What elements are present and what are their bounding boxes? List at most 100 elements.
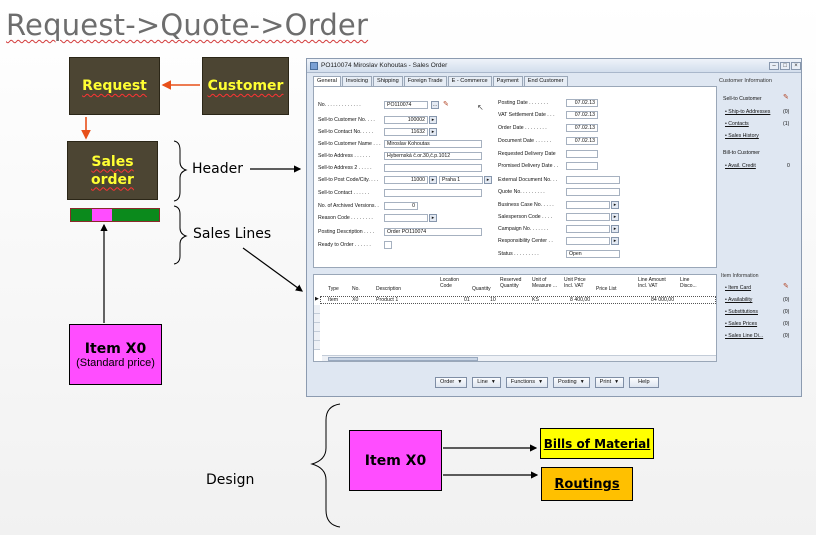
- lookup-arrow-icon[interactable]: ▸: [429, 176, 437, 184]
- factbox-contacts[interactable]: • Contacts: [725, 121, 749, 127]
- field-label: Sell-to Address 2 . . . . .: [318, 165, 372, 171]
- sell-to-customer-name-input[interactable]: Miroslav Kohoutas: [384, 140, 482, 148]
- salesperson-code-input[interactable]: [566, 213, 610, 221]
- lookup-arrow-icon[interactable]: ▸: [611, 225, 619, 233]
- line-menu-button[interactable]: Line ▼: [472, 377, 501, 388]
- column-header-quantity[interactable]: Quantity: [472, 286, 491, 293]
- post-code-input[interactable]: 11000: [384, 176, 428, 184]
- quote-no-input[interactable]: [566, 188, 620, 196]
- column-header-location-code[interactable]: Location Code: [440, 277, 466, 289]
- lookup-arrow-icon[interactable]: ▸: [429, 128, 437, 136]
- bills-of-material-label: Bills of Material: [543, 436, 651, 451]
- column-header-description[interactable]: Description: [376, 286, 401, 293]
- column-header-no[interactable]: No.: [352, 286, 360, 293]
- row-selector[interactable]: [314, 341, 320, 350]
- sell-to-contact-no-input[interactable]: 11632: [384, 128, 428, 136]
- field-label: Status . . . . . . . . .: [498, 251, 539, 257]
- promised-delivery-date-input[interactable]: [566, 162, 598, 170]
- factbox-ship-to-addresses[interactable]: • Ship-to Addresses: [725, 109, 770, 115]
- lookup-arrow-icon[interactable]: ▸: [611, 201, 619, 209]
- factbox-label: • Availability: [725, 297, 753, 303]
- lookup-arrow-icon[interactable]: ▸: [429, 116, 437, 124]
- lookup-arrow-icon[interactable]: ▸: [611, 213, 619, 221]
- field-sell-to-contact: Sell-to Contact . . . . . .: [318, 189, 498, 198]
- close-icon[interactable]: ×: [791, 62, 801, 70]
- posting-description-input[interactable]: Order PO110074: [384, 228, 482, 236]
- column-header-line-amount[interactable]: Line Amount Incl. VAT: [638, 277, 676, 289]
- factbox-item-card[interactable]: • Item Card: [725, 285, 751, 291]
- factbox-avail-credit[interactable]: • Avail. Credit: [725, 163, 756, 169]
- external-document-no-input[interactable]: [566, 176, 620, 184]
- posting-date-input[interactable]: 07.02.13: [566, 99, 598, 107]
- tab-invoicing[interactable]: Invoicing: [341, 76, 372, 86]
- help-button[interactable]: Help: [629, 377, 659, 388]
- factbox-sell-to-customer[interactable]: Sell-to Customer: [723, 96, 762, 102]
- responsibility-center-input[interactable]: [566, 237, 610, 245]
- lookup-arrow-icon[interactable]: ▸: [429, 214, 437, 222]
- document-no-input[interactable]: PO110074: [384, 101, 428, 109]
- lookup-arrow-icon[interactable]: ▸: [484, 176, 492, 184]
- assist-edit-icon[interactable]: …: [431, 101, 439, 109]
- row-selector[interactable]: [314, 323, 320, 332]
- factbox-substitutions[interactable]: • Substitutions: [725, 309, 758, 315]
- functions-menu-button[interactable]: Functions ▼: [505, 377, 549, 388]
- campaign-no-input[interactable]: [566, 225, 610, 233]
- tab-end-customer[interactable]: End Customer: [523, 76, 568, 86]
- sell-to-customer-no-input[interactable]: 100002: [384, 116, 428, 124]
- line-location-code[interactable]: 01: [464, 297, 470, 303]
- factbox-sales-prices[interactable]: • Sales Prices: [725, 321, 757, 327]
- column-header-unit-price[interactable]: Unit Price Incl. VAT: [564, 277, 594, 289]
- factbox-availability[interactable]: • Availability: [725, 297, 752, 303]
- tab-payment[interactable]: Payment: [492, 76, 523, 86]
- order-menu-button[interactable]: Order ▼: [435, 377, 468, 388]
- chevron-down-icon: ▼: [614, 379, 620, 385]
- tab-general[interactable]: General: [313, 76, 341, 86]
- requested-delivery-date-input[interactable]: [566, 150, 598, 158]
- line-description[interactable]: Product 1: [376, 297, 398, 303]
- sell-to-address-2-input[interactable]: [384, 164, 482, 172]
- business-case-no-input[interactable]: [566, 201, 610, 209]
- document-date-input[interactable]: 07.02.13: [566, 137, 598, 145]
- column-header-line-discount[interactable]: Line Disco...: [680, 277, 706, 289]
- ready-to-order-checkbox[interactable]: [384, 241, 392, 249]
- scrollbar-thumb[interactable]: [328, 357, 478, 361]
- maximize-icon[interactable]: □: [780, 62, 790, 70]
- sell-to-address-input[interactable]: Hybernská č.or.30,č.p.1012: [384, 152, 482, 160]
- field-label: No. . . . . . . . . . . . .: [318, 102, 361, 108]
- tab-e-commerce[interactable]: E - Commerce: [447, 76, 492, 86]
- line-quantity[interactable]: 10: [490, 297, 496, 303]
- column-header-reserved-quantity[interactable]: Reserved Quantity: [500, 277, 530, 289]
- reason-code-input[interactable]: [384, 214, 428, 222]
- line-unit-of-measure[interactable]: KS: [532, 297, 539, 303]
- tab-foreign-trade[interactable]: Foreign Trade: [403, 76, 447, 86]
- factbox-sales-line-discounts[interactable]: • Sales Line Di...: [725, 333, 763, 339]
- factbox-sales-history[interactable]: • Sales History: [725, 133, 759, 139]
- line-no[interactable]: X0: [352, 297, 358, 303]
- sell-to-contact-input[interactable]: [384, 189, 482, 197]
- edit-pencil-icon[interactable]: ✎: [783, 93, 789, 101]
- posting-menu-button[interactable]: Posting ▼: [553, 377, 590, 388]
- column-header-price-list[interactable]: Price List: [596, 286, 617, 293]
- edit-pencil-icon[interactable]: ✎: [783, 282, 789, 290]
- column-header-unit-of-measure[interactable]: Unit of Measure ...: [532, 277, 564, 289]
- print-menu-button[interactable]: Print ▼: [594, 377, 625, 388]
- edit-pencil-icon[interactable]: ✎: [443, 101, 449, 109]
- tab-shipping[interactable]: Shipping: [372, 76, 403, 86]
- button-label: Print: [599, 379, 612, 385]
- order-date-input[interactable]: 07.02.13: [566, 124, 598, 132]
- factbox-label: Sell-to Customer: [723, 96, 762, 102]
- line-type[interactable]: Item: [328, 297, 338, 303]
- city-input[interactable]: Praha 1: [439, 176, 483, 184]
- vat-settlement-date-input[interactable]: 07.02.13: [566, 111, 598, 119]
- row-selector[interactable]: [314, 332, 320, 341]
- line-unit-price[interactable]: 8 400,00: [570, 297, 590, 303]
- lookup-arrow-icon[interactable]: ▸: [611, 237, 619, 245]
- field-sell-to-address: Sell-to Address . . . . . . Hybernská č.…: [318, 152, 498, 161]
- horizontal-scrollbar[interactable]: [322, 355, 716, 361]
- window-titlebar[interactable]: PO110074 Miroslav Kohoutas - Sales Order…: [307, 59, 801, 73]
- row-selector[interactable]: [314, 305, 320, 314]
- minimize-icon[interactable]: –: [769, 62, 779, 70]
- row-selector[interactable]: [314, 314, 320, 323]
- line-amount[interactable]: 84 000,00: [651, 297, 674, 303]
- column-header-type[interactable]: Type: [328, 286, 339, 293]
